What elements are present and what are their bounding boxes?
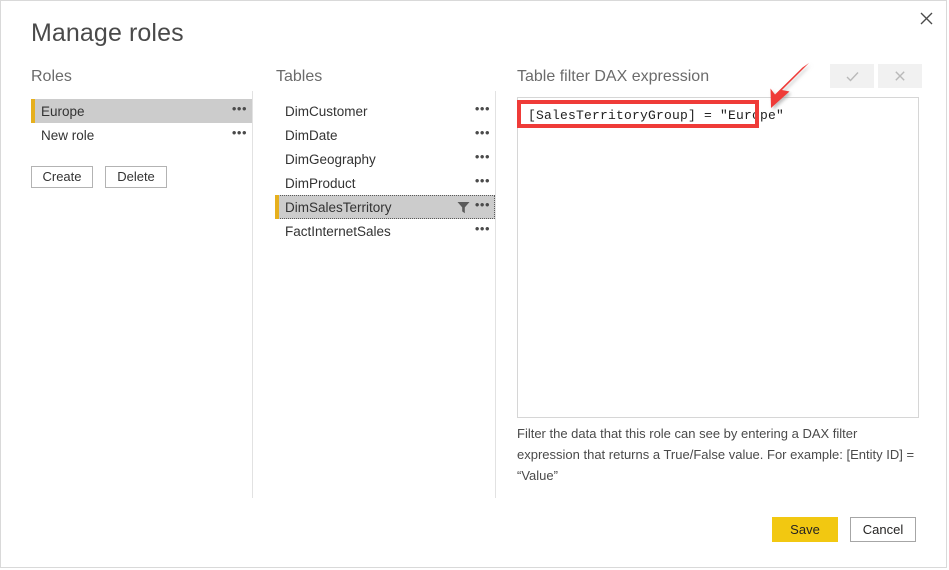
role-list-item-label: New role [41,128,232,143]
more-options-icon[interactable]: ••• [475,128,490,143]
selection-accent-bar [275,195,279,219]
save-button[interactable]: Save [772,517,838,542]
roles-actions: Create Delete [31,166,167,188]
selection-accent-bar [275,147,279,171]
more-options-icon[interactable]: ••• [475,224,490,239]
row-icon-group: ••• [475,104,490,119]
manage-roles-dialog: Manage roles Roles Tables Table filter D… [0,0,947,568]
table-list-item-row[interactable]: DimDate••• [275,123,495,147]
role-list-item-row[interactable]: New role••• [31,123,252,147]
table-list-item-row[interactable]: DimProduct••• [275,171,495,195]
row-icon-group: ••• [475,176,490,191]
table-list-item-row[interactable]: DimGeography••• [275,147,495,171]
selection-accent-bar [31,99,35,123]
dialog-footer: Save Cancel [772,517,916,542]
column-divider-tables-dax [495,91,496,498]
dax-heading: Table filter DAX expression [517,68,709,86]
table-list-item-row[interactable]: FactInternetSales••• [275,219,495,243]
table-list-item-label: DimGeography [285,152,475,167]
selection-accent-bar [31,123,35,147]
table-list-item-label: DimDate [285,128,475,143]
dax-expression-editor[interactable]: [SalesTerritoryGroup] = "Europe" [517,97,919,418]
role-list-item-row[interactable]: Europe••• [31,99,252,123]
more-options-icon[interactable]: ••• [475,104,490,119]
table-list-item-row[interactable]: DimSalesTerritory ••• [275,195,495,219]
more-options-icon[interactable]: ••• [475,200,490,215]
row-icon-group: ••• [475,128,490,143]
page-title: Manage roles [31,19,184,48]
close-icon [920,12,933,25]
tables-list: DimCustomer•••DimDate•••DimGeography•••D… [275,99,495,243]
table-list-item-label: FactInternetSales [285,224,475,239]
cancel-icon [895,71,905,81]
row-icon-group: ••• [475,224,490,239]
column-divider-roles-tables [252,91,253,498]
roles-heading: Roles [31,68,72,86]
selection-accent-bar [275,219,279,243]
table-list-item-label: DimProduct [285,176,475,191]
create-role-button[interactable]: Create [31,166,93,188]
table-list-item-label: DimSalesTerritory [285,200,457,215]
selection-accent-bar [275,99,279,123]
checkmark-icon [846,71,859,82]
row-icon-group: ••• [232,104,247,119]
table-list-item-row[interactable]: DimCustomer••• [275,99,495,123]
row-icon-group: ••• [475,152,490,167]
more-options-icon[interactable]: ••• [232,128,247,143]
role-list-item-label: Europe [41,104,232,119]
dax-expression-text: [SalesTerritoryGroup] = "Europe" [528,108,918,123]
row-icon-group: ••• [457,200,490,215]
more-options-icon[interactable]: ••• [232,104,247,119]
more-options-icon[interactable]: ••• [475,176,490,191]
cancel-button[interactable]: Cancel [850,517,916,542]
dax-hint-text: Filter the data that this role can see b… [517,423,921,486]
dax-reject-button[interactable] [878,64,922,88]
tables-heading: Tables [276,68,322,86]
close-button[interactable] [907,2,945,34]
more-options-icon[interactable]: ••• [475,152,490,167]
selection-accent-bar [275,171,279,195]
delete-role-button[interactable]: Delete [105,166,167,188]
row-icon-group: ••• [232,128,247,143]
filter-funnel-icon [457,201,470,214]
selection-accent-bar [275,123,279,147]
table-list-item-label: DimCustomer [285,104,475,119]
roles-list: Europe•••New role••• [31,99,252,147]
dax-accept-button[interactable] [830,64,874,88]
